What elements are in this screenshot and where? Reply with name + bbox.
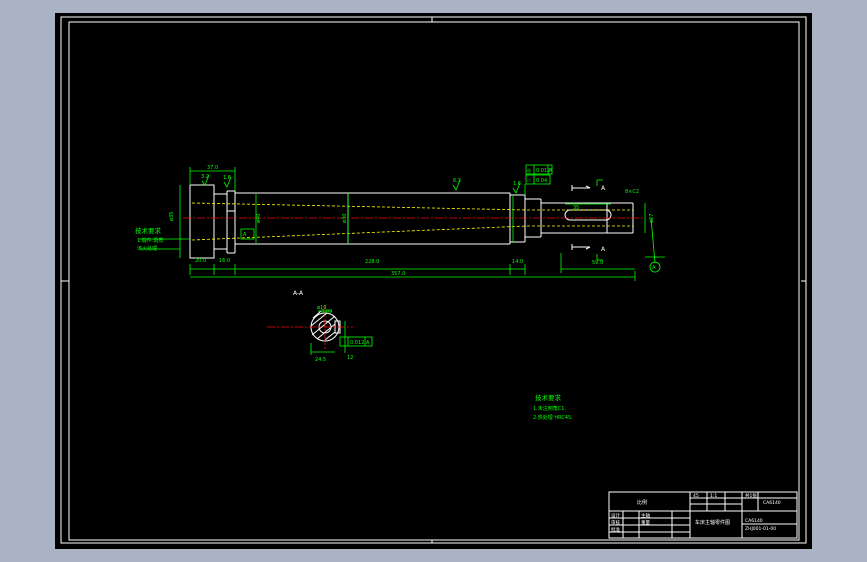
dimension-lines: [139, 167, 656, 281]
tb-code-line1: CA6140: [745, 518, 763, 524]
dim-dia40: ø40: [256, 214, 262, 223]
dim-59: 59.0: [592, 260, 603, 266]
roughness-label-3: 6.3: [453, 178, 461, 184]
dim-357: 357.0: [391, 271, 405, 277]
drawing-sheet: 37.0 20.0 16.0 228.0 357.0 14.0 59.0 ø35…: [55, 13, 812, 549]
tb-drawing-name: 车床主轴零件图: [695, 519, 730, 526]
tb-check: 审核: [611, 519, 620, 526]
datum-marker: A: [652, 265, 656, 271]
dim-228: 228.0: [365, 259, 379, 265]
dim-dia-right: ø27: [649, 214, 655, 223]
dim-37: 37.0: [207, 165, 218, 171]
tb-sheet: 共1张: [745, 492, 757, 499]
keyway: [564, 209, 612, 221]
tb-quantity: 比例: [637, 499, 647, 506]
dim-12: 12: [347, 355, 353, 361]
tb-code: CA6140: [763, 500, 781, 506]
tol-sym-2: ▱: [527, 178, 531, 184]
note-left-line1: 1.锻件.调质: [137, 237, 163, 244]
dim-dia10: ø10: [317, 305, 326, 311]
roughness-label-2: 1.6: [223, 175, 231, 181]
section-view-aa: [267, 305, 373, 355]
tb-code-line2: ZHJ001-01-00: [745, 526, 776, 532]
outer-frame: [60, 16, 807, 544]
tb-weight: 重量: [641, 519, 650, 526]
tb-scale: 1:1: [710, 493, 717, 499]
tb-design-name: 主轴: [641, 512, 650, 519]
dim-dia35: ø35: [169, 212, 175, 221]
note-right-title: 技术要求: [535, 393, 562, 402]
dim-20: 20.0: [195, 258, 206, 264]
tb-design: 设计: [611, 512, 620, 519]
section-arrow-bottom: [572, 246, 591, 250]
tol-datum-left: A: [243, 232, 247, 238]
dim-35: 35: [573, 205, 579, 211]
tol-2: 0.04: [536, 178, 547, 184]
dim-dia30: ø30: [342, 214, 348, 223]
cad-drawing: 37.0 20.0 16.0 228.0 357.0 14.0 59.0 ø35…: [60, 16, 807, 544]
section-label-aa: A-A: [293, 290, 304, 297]
note-left-title: 技术要求: [135, 226, 162, 235]
dim-chamfer: 8×C2: [625, 189, 639, 195]
tol-datum-2: A: [366, 340, 370, 346]
dim-16: 16.0: [219, 258, 230, 264]
inner-frame: [68, 21, 800, 541]
note-left-line2: 淬火处理: [137, 245, 157, 252]
roughness-label-1: 3.2: [201, 174, 209, 180]
section-arrow-label-bottom: A: [601, 246, 606, 253]
tol-datum-1: A: [549, 168, 553, 174]
tb-approve: 批准: [611, 526, 620, 533]
tol-sym-1: ◎: [527, 168, 532, 174]
bore-hidden-line: [191, 202, 528, 211]
section-arrow-top: [572, 185, 591, 189]
tol-4: 0.012: [350, 340, 364, 346]
section-arrow-label-top: A: [601, 185, 606, 192]
dim-24-5: 24.5: [315, 357, 326, 363]
dim-14: 14.0: [512, 259, 523, 265]
roughness-label-4: 1.6: [513, 181, 521, 187]
tb-material: 45: [693, 493, 699, 499]
note-right-line1: 1.未注倒角C1.: [533, 405, 566, 412]
note-right-line2: 2.热处理 HRC45.: [533, 414, 573, 421]
